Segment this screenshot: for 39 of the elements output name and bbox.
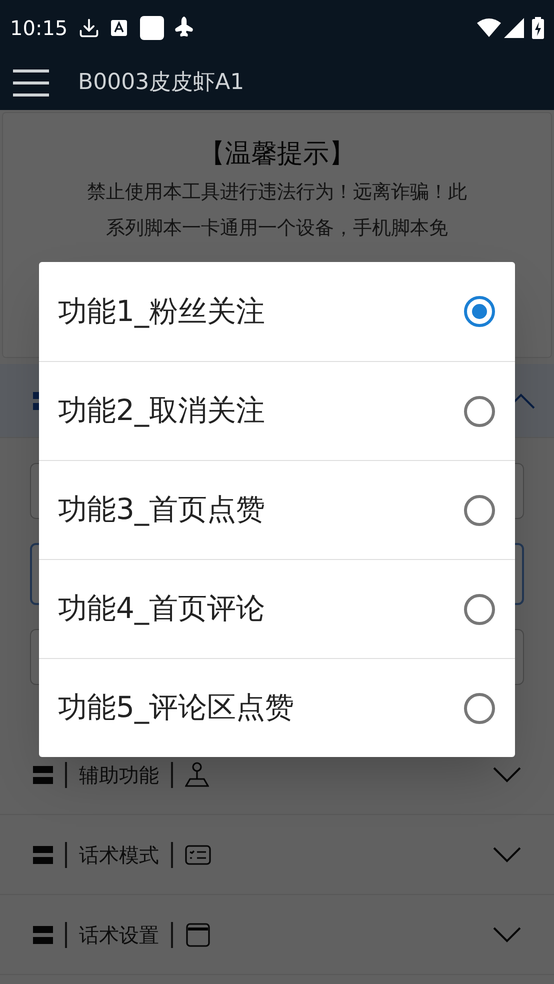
option-label: 功能3_首页点赞 <box>58 491 265 528</box>
option-label: 功能2_取消关注 <box>58 392 265 430</box>
square-icon <box>140 16 164 40</box>
option-item[interactable]: 功能5_评论区点赞 <box>39 658 515 757</box>
chevron-down-icon <box>493 926 521 942</box>
download-icon <box>78 16 100 38</box>
radio-button[interactable] <box>464 594 495 624</box>
radio-button[interactable] <box>464 396 495 426</box>
option-label: 功能1_粉丝关注 <box>58 292 265 330</box>
text-box-icon <box>110 18 128 36</box>
notice-title: 【温馨提示】 <box>199 138 355 171</box>
option-item[interactable]: 功能1_粉丝关注 <box>39 262 515 361</box>
radio-button[interactable] <box>464 296 495 327</box>
menu-icon[interactable] <box>13 68 49 98</box>
bars-icon <box>33 844 53 866</box>
option-item[interactable]: 功能4_首页评论 <box>39 559 515 658</box>
pin-icon <box>185 762 209 787</box>
option-item[interactable]: 功能3_首页点赞 <box>39 460 515 559</box>
status-time: 10:15 <box>10 14 68 42</box>
bars-icon <box>33 764 53 786</box>
section-label: 话术设置 <box>79 922 159 948</box>
chevron-down-icon <box>493 766 521 782</box>
notice-text: 系列脚本一卡通用一个设备，手机脚本免 <box>106 216 448 241</box>
signal-icon <box>504 18 524 38</box>
option-item[interactable]: 功能2_取消关注 <box>39 361 515 460</box>
calendar-icon <box>185 922 211 948</box>
battery-icon <box>532 16 544 38</box>
radio-button[interactable] <box>464 692 495 724</box>
bars-icon <box>33 924 53 946</box>
chevron-down-icon <box>493 846 521 862</box>
app-title: B0003皮皮虾A1 <box>78 69 244 97</box>
section-label: 辅助功能 <box>79 762 159 788</box>
section-label: 话术模式 <box>79 842 159 868</box>
radio-button[interactable] <box>464 494 495 526</box>
wifi-icon <box>477 18 501 38</box>
notice-text: 禁止使用本工具进行违法行为！远离诈骗！此 <box>87 180 467 205</box>
list-card-icon <box>185 844 211 866</box>
option-label: 功能5_评论区点赞 <box>58 689 294 726</box>
option-label: 功能4_首页评论 <box>58 590 265 628</box>
